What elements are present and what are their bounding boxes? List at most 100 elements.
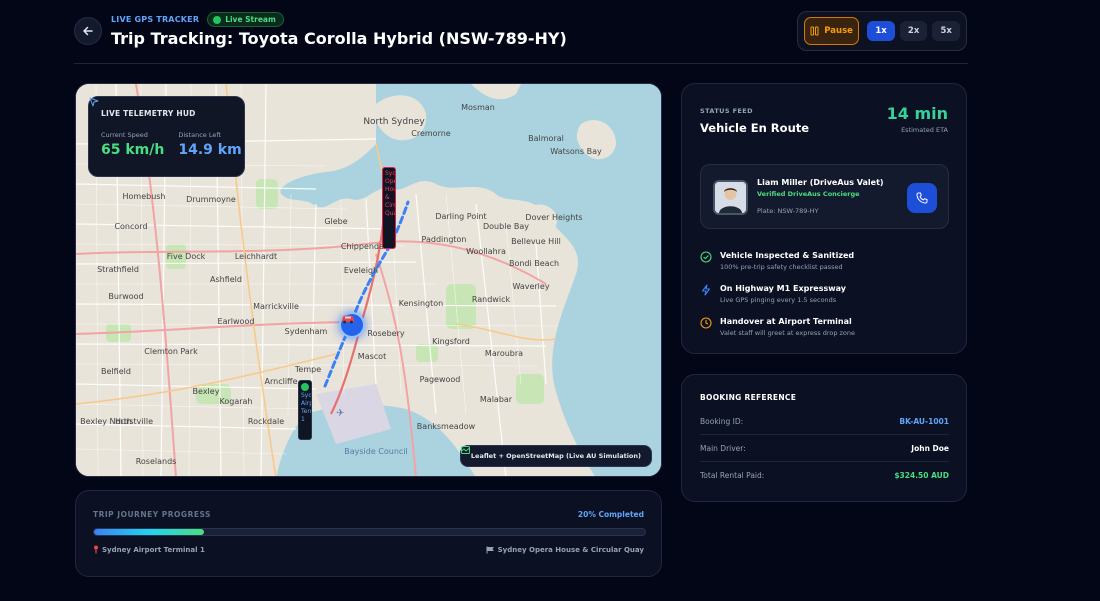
svg-text:Homebush: Homebush	[122, 192, 165, 201]
svg-text:Malabar: Malabar	[480, 395, 513, 404]
svg-text:Arncliffe: Arncliffe	[265, 377, 298, 386]
step-subtitle: Live GPS pinging every 1.5 seconds	[720, 296, 837, 304]
step-item: Vehicle Inspected & Sanitized 100% pre-t…	[700, 251, 950, 284]
svg-text:Ashfield: Ashfield	[210, 275, 242, 284]
svg-text:Sydenham: Sydenham	[285, 327, 328, 336]
map-view[interactable]: ✈ North Sydney Cremorne Mosman Balmoral …	[75, 83, 662, 477]
svg-text:Clemton Park: Clemton Park	[144, 347, 198, 356]
svg-text:Double Bay: Double Bay	[483, 222, 529, 231]
origin-marker[interactable]: Sydney Airport Terminal 1	[298, 380, 312, 440]
progress-destination-label: Sydney Opera House & Circular Quay	[497, 545, 644, 554]
lightning-icon	[700, 284, 712, 296]
svg-text:Rosebery: Rosebery	[367, 329, 404, 338]
step-title: Handover at Airport Terminal	[720, 317, 852, 326]
progress-percent: 20% Completed	[577, 510, 644, 519]
speed-5x-button[interactable]: 5x	[932, 21, 960, 41]
booking-id-value[interactable]: BK-AU-1001	[899, 417, 949, 426]
eyebrow-text: LIVE GPS TRACKER	[111, 15, 200, 24]
progress-origin: Sydney Airport Terminal 1	[93, 545, 205, 554]
hud-values: Current Speed 65 km/h Distance Left 14.9…	[101, 131, 242, 158]
header-divider	[74, 63, 968, 64]
svg-text:Bayside Council: Bayside Council	[344, 447, 408, 456]
dest-tag-line: Circular	[385, 202, 396, 209]
svg-text:Waverley: Waverley	[512, 282, 549, 291]
header-eyebrow: LIVE GPS TRACKER Live Stream	[111, 12, 284, 27]
speed-2x-button[interactable]: 2x	[899, 21, 928, 41]
status-title: Vehicle En Route	[700, 121, 810, 135]
eta-label: Estimated ETA	[901, 126, 948, 134]
pause-label: Pause	[824, 26, 853, 36]
svg-text:Eveleigh: Eveleigh	[344, 266, 378, 275]
dest-tag-line: Sydney	[385, 170, 396, 177]
pause-button[interactable]: Pause	[804, 17, 860, 45]
svg-text:Five Dock: Five Dock	[167, 252, 206, 261]
svg-text:Bexley North: Bexley North	[80, 417, 132, 426]
booking-key: Total Rental Paid:	[700, 471, 765, 480]
pin-icon	[94, 545, 98, 554]
status-feed-label: STATUS FEED	[700, 107, 753, 115]
back-button[interactable]	[74, 17, 102, 45]
destination-marker[interactable]: Sydney Opera House & Circular Quay	[382, 167, 396, 249]
arrow-left-icon	[83, 26, 93, 36]
svg-text:Banksmeadow: Banksmeadow	[417, 422, 476, 431]
hud-title: LIVE TELEMETRY HUD	[89, 97, 232, 118]
speed-label: Current Speed	[101, 131, 148, 139]
booking-row-driver: Main Driver: John Doe	[700, 435, 949, 462]
origin-tag-line: Sydney	[301, 392, 312, 399]
speed-1x-button[interactable]: 1x	[867, 21, 895, 41]
booking-key: Main Driver:	[700, 443, 746, 453]
map-attribution: Leaflet + OpenStreetMap (Live AU Simulat…	[459, 445, 652, 467]
svg-text:Drummoyne: Drummoyne	[186, 195, 236, 204]
step-subtitle: 100% pre-trip safety checklist passed	[720, 263, 843, 271]
main-driver-value: John Doe	[911, 443, 949, 453]
progress-label: TRIP JOURNEY PROGRESS	[93, 510, 211, 519]
booking-key: Booking ID:	[700, 416, 744, 426]
dest-tag-line: Opera	[385, 178, 395, 185]
svg-text:Concord: Concord	[114, 222, 147, 231]
dest-tag-line: &	[385, 194, 390, 201]
svg-text:Bexley: Bexley	[193, 387, 220, 396]
svg-text:Darling Point: Darling Point	[435, 212, 486, 221]
driver-photo-icon	[715, 182, 746, 213]
svg-text:Mascot: Mascot	[358, 352, 386, 361]
trip-progress-card: TRIP JOURNEY PROGRESS 20% Completed Sydn…	[75, 490, 662, 577]
svg-text:Rockdale: Rockdale	[248, 417, 284, 426]
progress-bar-fill	[94, 529, 205, 535]
check-circle-icon	[700, 251, 712, 263]
svg-text:Roselands: Roselands	[136, 457, 177, 466]
telemetry-hud: LIVE TELEMETRY HUD Current Speed 65 km/h…	[88, 96, 245, 177]
svg-text:Mosman: Mosman	[461, 103, 495, 112]
hud-title-label: LIVE TELEMETRY HUD	[101, 109, 196, 118]
step-title: On Highway M1 Expressway	[720, 284, 846, 293]
booking-reference-card: BOOKING REFERENCE Booking ID: BK-AU-1001…	[681, 374, 967, 502]
call-driver-button[interactable]	[907, 183, 937, 213]
step-title: Vehicle Inspected & Sanitized	[720, 251, 855, 260]
svg-text:Paddington: Paddington	[422, 235, 467, 244]
dest-tag-line: Quay	[385, 210, 395, 217]
svg-text:Tempe: Tempe	[294, 365, 321, 374]
live-stream-badge: Live Stream	[207, 12, 284, 27]
svg-text:Balmoral: Balmoral	[528, 134, 564, 143]
driver-name: Liam Miller (DriveAus Valet)	[757, 178, 884, 187]
booking-title: BOOKING REFERENCE	[700, 393, 797, 402]
svg-text:Kogarah: Kogarah	[220, 397, 253, 406]
vehicle-marker[interactable]	[339, 312, 365, 338]
step-item: On Highway M1 Expressway Live GPS pingin…	[700, 284, 950, 317]
svg-text:Maroubra: Maroubra	[485, 349, 523, 358]
svg-text:Dover Heights: Dover Heights	[525, 213, 582, 222]
svg-text:Belfield: Belfield	[101, 367, 131, 376]
clock-icon	[700, 317, 712, 329]
driver-plate: Plate: NSW-789-HY	[757, 207, 819, 215]
status-feed-card: STATUS FEED Vehicle En Route 14 min Esti…	[681, 83, 967, 354]
driver-card: Liam Miller (DriveAus Valet) Verified Dr…	[700, 164, 949, 229]
flag-icon	[486, 546, 494, 553]
driver-avatar	[713, 180, 748, 215]
progress-bar	[93, 528, 646, 536]
pause-icon	[810, 26, 819, 36]
distance-label: Distance Left	[178, 131, 222, 139]
total-paid-value: $324.50 AUD	[894, 471, 949, 480]
svg-text:Marrickville: Marrickville	[253, 302, 299, 311]
progress-destination: Sydney Opera House & Circular Quay	[486, 545, 644, 554]
hud-speed: Current Speed 65 km/h	[101, 131, 164, 158]
svg-text:Burwood: Burwood	[108, 292, 143, 301]
